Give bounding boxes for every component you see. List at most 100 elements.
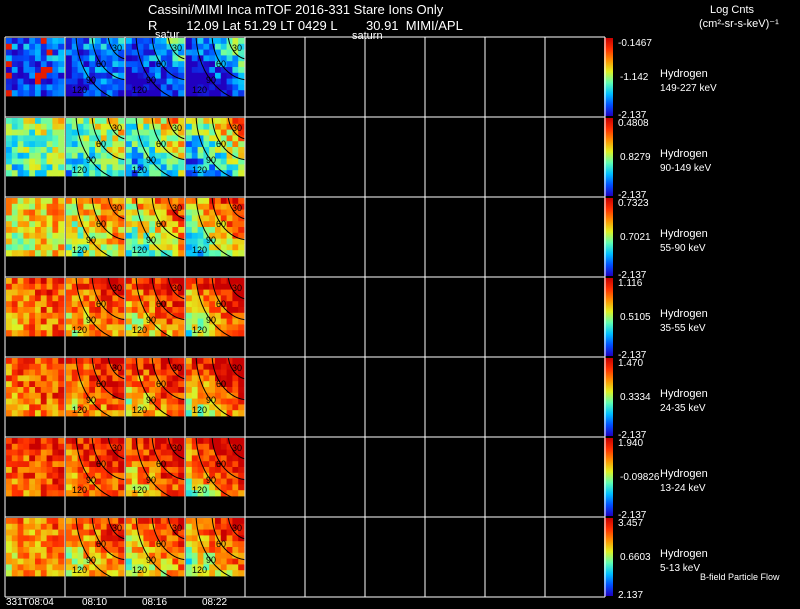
heatmap-cell — [66, 392, 73, 399]
heatmap-cell — [52, 398, 59, 405]
heatmap-cell — [118, 61, 125, 68]
heatmap-cell — [112, 478, 119, 485]
heatmap-cell — [52, 330, 59, 337]
heatmap-cell — [46, 564, 53, 571]
heatmap-cell — [29, 449, 36, 456]
heatmap-cell — [71, 307, 78, 314]
heatmap-cell — [197, 118, 204, 125]
heatmap-cell — [118, 307, 125, 314]
heatmap-cell — [46, 209, 53, 216]
heatmap-cell — [95, 363, 102, 370]
contour-label: 30 — [112, 283, 122, 293]
heatmap-cell — [66, 38, 73, 45]
heatmap-cell — [220, 518, 227, 525]
heatmap-cell — [17, 375, 24, 382]
heatmap-cell — [89, 90, 96, 97]
heatmap-cell — [35, 392, 42, 399]
heatmap-cell — [46, 518, 53, 525]
heatmap-cell — [29, 301, 36, 308]
heatmap-cell — [58, 203, 65, 210]
heatmap-cell — [6, 250, 13, 257]
heatmap-cell — [17, 232, 24, 239]
heatmap-cell — [35, 410, 42, 417]
heatmap-cell — [226, 398, 233, 405]
heatmap-cell — [238, 324, 245, 331]
heatmap-cell — [52, 387, 59, 394]
heatmap-cell — [95, 484, 102, 491]
heatmap-cell — [35, 78, 42, 85]
heatmap-cell — [232, 318, 239, 325]
heatmap-cell — [126, 123, 133, 130]
heatmap-cell — [89, 381, 96, 388]
heatmap-cell — [186, 369, 193, 376]
heatmap-cell — [106, 141, 113, 148]
heatmap-cell — [40, 358, 47, 365]
heatmap-cell — [186, 529, 193, 536]
heatmap-cell — [23, 518, 30, 525]
heatmap-cell — [83, 523, 90, 530]
heatmap-cell — [112, 484, 119, 491]
heatmap-cell — [58, 410, 65, 417]
heatmap-cell — [186, 283, 193, 290]
heatmap-cell — [29, 472, 36, 479]
heatmap-cell — [172, 410, 179, 417]
heatmap-cell — [220, 38, 227, 45]
heatmap-cell — [11, 198, 18, 205]
heatmap-cell — [29, 209, 36, 216]
heatmap-cell — [226, 147, 233, 154]
heatmap-cell — [77, 238, 84, 245]
heatmap-cell — [35, 363, 42, 370]
contour-label: 30 — [232, 43, 242, 53]
heatmap-cell — [238, 221, 245, 228]
heatmap-cell — [126, 232, 133, 239]
heatmap-cell — [100, 198, 107, 205]
heatmap-cell — [95, 164, 102, 171]
heatmap-cell — [23, 278, 30, 285]
heatmap-cell — [220, 318, 227, 325]
heatmap-cell — [172, 61, 179, 68]
heatmap-cell — [71, 467, 78, 474]
heatmap-cell — [35, 330, 42, 337]
heatmap-cell — [17, 330, 24, 337]
heatmap-cell — [137, 123, 144, 130]
heatmap-cell — [178, 250, 185, 257]
heatmap-cell — [23, 484, 30, 491]
heatmap-cell — [232, 570, 239, 577]
heatmap-cell — [29, 278, 36, 285]
heatmap-cell — [203, 369, 210, 376]
heatmap-cell — [186, 55, 193, 62]
heatmap-cell — [220, 238, 227, 245]
heatmap-cell — [83, 49, 90, 56]
heatmap-cell — [23, 312, 30, 319]
heatmap-cell — [203, 198, 210, 205]
heatmap-cell — [11, 295, 18, 302]
heatmap-cell — [149, 221, 156, 228]
heatmap-cell — [172, 398, 179, 405]
contour-label: 120 — [192, 85, 207, 95]
heatmap-cell — [17, 129, 24, 136]
heatmap-cell — [172, 158, 179, 165]
heatmap-cell — [238, 147, 245, 154]
heatmap-cell — [23, 535, 30, 542]
heatmap-cell — [172, 244, 179, 251]
heatmap-cell — [160, 472, 167, 479]
heatmap-cell — [29, 375, 36, 382]
heatmap-cell — [220, 283, 227, 290]
heatmap-cell — [226, 215, 233, 222]
heatmap-cell — [186, 547, 193, 554]
heatmap-cell — [172, 490, 179, 497]
heatmap-cell — [126, 535, 133, 542]
heatmap-cell — [11, 324, 18, 331]
heatmap-cell — [71, 135, 78, 142]
heatmap-cell — [11, 283, 18, 290]
heatmap-cell — [226, 318, 233, 325]
heatmap-cell — [186, 552, 193, 559]
heatmap-cell — [143, 535, 150, 542]
heatmap-cell — [149, 535, 156, 542]
contour-label: 90 — [86, 395, 96, 405]
heatmap-cell — [112, 250, 119, 257]
heatmap-cell — [215, 523, 222, 530]
heatmap-cell — [89, 141, 96, 148]
heatmap-cell — [131, 438, 138, 445]
heatmap-cell — [6, 443, 13, 450]
